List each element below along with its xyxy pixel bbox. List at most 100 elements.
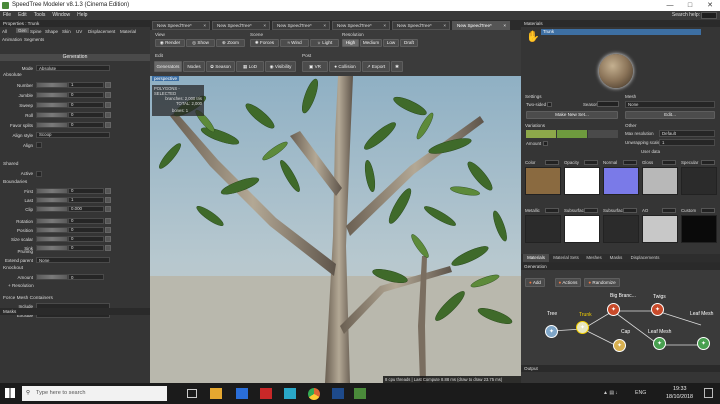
lod-button[interactable]: ▦ LoD	[236, 61, 264, 72]
taskbar-app-2-icon[interactable]	[236, 388, 248, 399]
render-button[interactable]: ◉ Render	[155, 39, 185, 47]
menu-edit[interactable]: Edit	[18, 11, 27, 20]
tab-uv[interactable]: UV	[76, 29, 82, 34]
visibility-button[interactable]: ◉ Visibility	[265, 61, 296, 72]
absolute-row-field[interactable]: 0	[68, 112, 104, 118]
taskbar-app-6-icon[interactable]	[332, 388, 344, 399]
document-tab[interactable]: New SpeedTree* ×	[152, 21, 210, 30]
curve-button[interactable]	[105, 92, 111, 98]
generation-node[interactable]: ✦	[545, 325, 558, 338]
material-name-field[interactable]: Trunk	[541, 29, 701, 35]
curve-button[interactable]	[105, 206, 111, 212]
materials-tab[interactable]: Materials	[523, 254, 549, 262]
res-medium-button[interactable]: Medium	[360, 39, 382, 47]
map-thumbnail[interactable]	[642, 167, 678, 195]
absolute-row-field[interactable]: 0	[68, 122, 104, 128]
windows-start-icon[interactable]	[5, 388, 15, 398]
curve-button[interactable]	[105, 122, 111, 128]
curve-button[interactable]	[105, 245, 111, 251]
variation-swatches[interactable]	[526, 130, 618, 138]
boundary-row-slider[interactable]	[36, 236, 68, 242]
minimize-icon[interactable]: —	[660, 0, 680, 11]
taskbar-app-1-icon[interactable]	[210, 388, 222, 399]
generators-button[interactable]: Generators	[154, 61, 182, 72]
document-tab[interactable]: New SpeedTree* ×	[392, 21, 450, 30]
season-button[interactable]: ✿ Season	[206, 61, 235, 72]
max-resolution-select[interactable]: Default	[659, 130, 715, 137]
align-checkbox[interactable]	[36, 142, 42, 148]
collision-button[interactable]: ● Collision	[329, 61, 361, 72]
mesh-edit-button[interactable]: Edit...	[625, 111, 715, 119]
absolute-row-slider[interactable]	[36, 112, 68, 118]
wind-button[interactable]: ≈ Wind	[280, 39, 309, 47]
generation-node[interactable]: ✦	[576, 321, 589, 334]
generation-node[interactable]: ✦	[653, 337, 666, 350]
menu-window[interactable]: Window	[52, 11, 70, 20]
document-tab[interactable]: New SpeedTree* ×	[272, 21, 330, 30]
map-slider[interactable]	[662, 208, 676, 213]
tab-spine[interactable]: Spine	[30, 29, 42, 34]
map-thumbnail[interactable]	[603, 167, 639, 195]
3d-viewport[interactable]: perspective POLYGONS - SELECTED branches…	[150, 76, 521, 383]
curve-button[interactable]	[105, 236, 111, 242]
close-icon[interactable]: ×	[503, 22, 506, 30]
res-low-button[interactable]: Low	[383, 39, 399, 47]
search-help-input[interactable]	[701, 12, 717, 19]
close-icon[interactable]: ×	[323, 22, 326, 30]
chrome-icon[interactable]	[308, 388, 320, 400]
res-high-button[interactable]: High	[342, 39, 359, 47]
map-slider[interactable]	[662, 160, 676, 165]
boundary-row-field[interactable]: 1	[68, 197, 104, 203]
absolute-row-slider[interactable]	[36, 92, 68, 98]
boundary-row-field[interactable]: 0	[68, 245, 104, 251]
two-sided-checkbox[interactable]	[547, 102, 552, 107]
unwrapping-field[interactable]: 1	[659, 139, 715, 146]
generation-node[interactable]: ✦	[613, 339, 626, 352]
tab-all[interactable]: All	[2, 29, 7, 34]
variation-swatch-3[interactable]	[588, 130, 618, 138]
map-slider[interactable]	[701, 208, 715, 213]
absolute-row-field[interactable]: 0	[68, 102, 104, 108]
curve-button[interactable]	[105, 218, 111, 224]
boundary-row-field[interactable]: 0.000	[68, 206, 104, 212]
close-icon[interactable]: ×	[263, 22, 266, 30]
map-slider[interactable]	[584, 208, 598, 213]
menu-file[interactable]: File	[3, 11, 11, 20]
extend-parent-select[interactable]: None	[36, 257, 110, 263]
tab-segments[interactable]: Segments	[24, 37, 44, 42]
map-thumbnail[interactable]	[564, 167, 600, 195]
curve-button[interactable]	[105, 197, 111, 203]
curve-button[interactable]	[105, 102, 111, 108]
map-thumbnail[interactable]	[525, 167, 561, 195]
export-button[interactable]: ↗ Export	[362, 61, 390, 72]
map-slider[interactable]	[701, 160, 715, 165]
mesh-select[interactable]: None	[625, 101, 715, 108]
map-slider[interactable]	[623, 160, 637, 165]
taskbar-app-3-icon[interactable]	[260, 388, 272, 399]
variation-swatch-2[interactable]	[557, 130, 587, 138]
variation-swatch-1[interactable]	[526, 130, 556, 138]
boundary-row-slider[interactable]	[36, 227, 68, 233]
boundary-row-slider[interactable]	[36, 197, 68, 203]
generation-node[interactable]: ✦	[651, 303, 664, 316]
generation-node[interactable]: ✦	[697, 337, 710, 350]
map-thumbnail[interactable]	[525, 215, 561, 243]
active-checkbox[interactable]	[36, 171, 42, 177]
map-thumbnail[interactable]	[642, 215, 678, 243]
curve-button[interactable]	[105, 112, 111, 118]
tab-gen[interactable]: Gen	[16, 28, 29, 33]
settings-gear-button[interactable]: ✱	[391, 61, 403, 72]
add-button[interactable]: ● Add	[525, 278, 545, 287]
curve-button[interactable]	[105, 188, 111, 194]
map-slider[interactable]	[584, 160, 598, 165]
map-slider[interactable]	[545, 160, 559, 165]
language-indicator[interactable]: ENG	[635, 390, 646, 396]
document-tab[interactable]: New SpeedTree* ×	[452, 21, 510, 30]
light-button[interactable]: ☼ Light	[310, 39, 339, 47]
notification-icon[interactable]	[704, 388, 713, 398]
curve-button[interactable]	[105, 82, 111, 88]
clock-date[interactable]: 18/10/2018	[666, 394, 693, 400]
generation-section[interactable]: Generation	[0, 54, 150, 61]
generation-node[interactable]: ✦	[607, 303, 620, 316]
amount-field[interactable]: 0	[68, 274, 104, 280]
